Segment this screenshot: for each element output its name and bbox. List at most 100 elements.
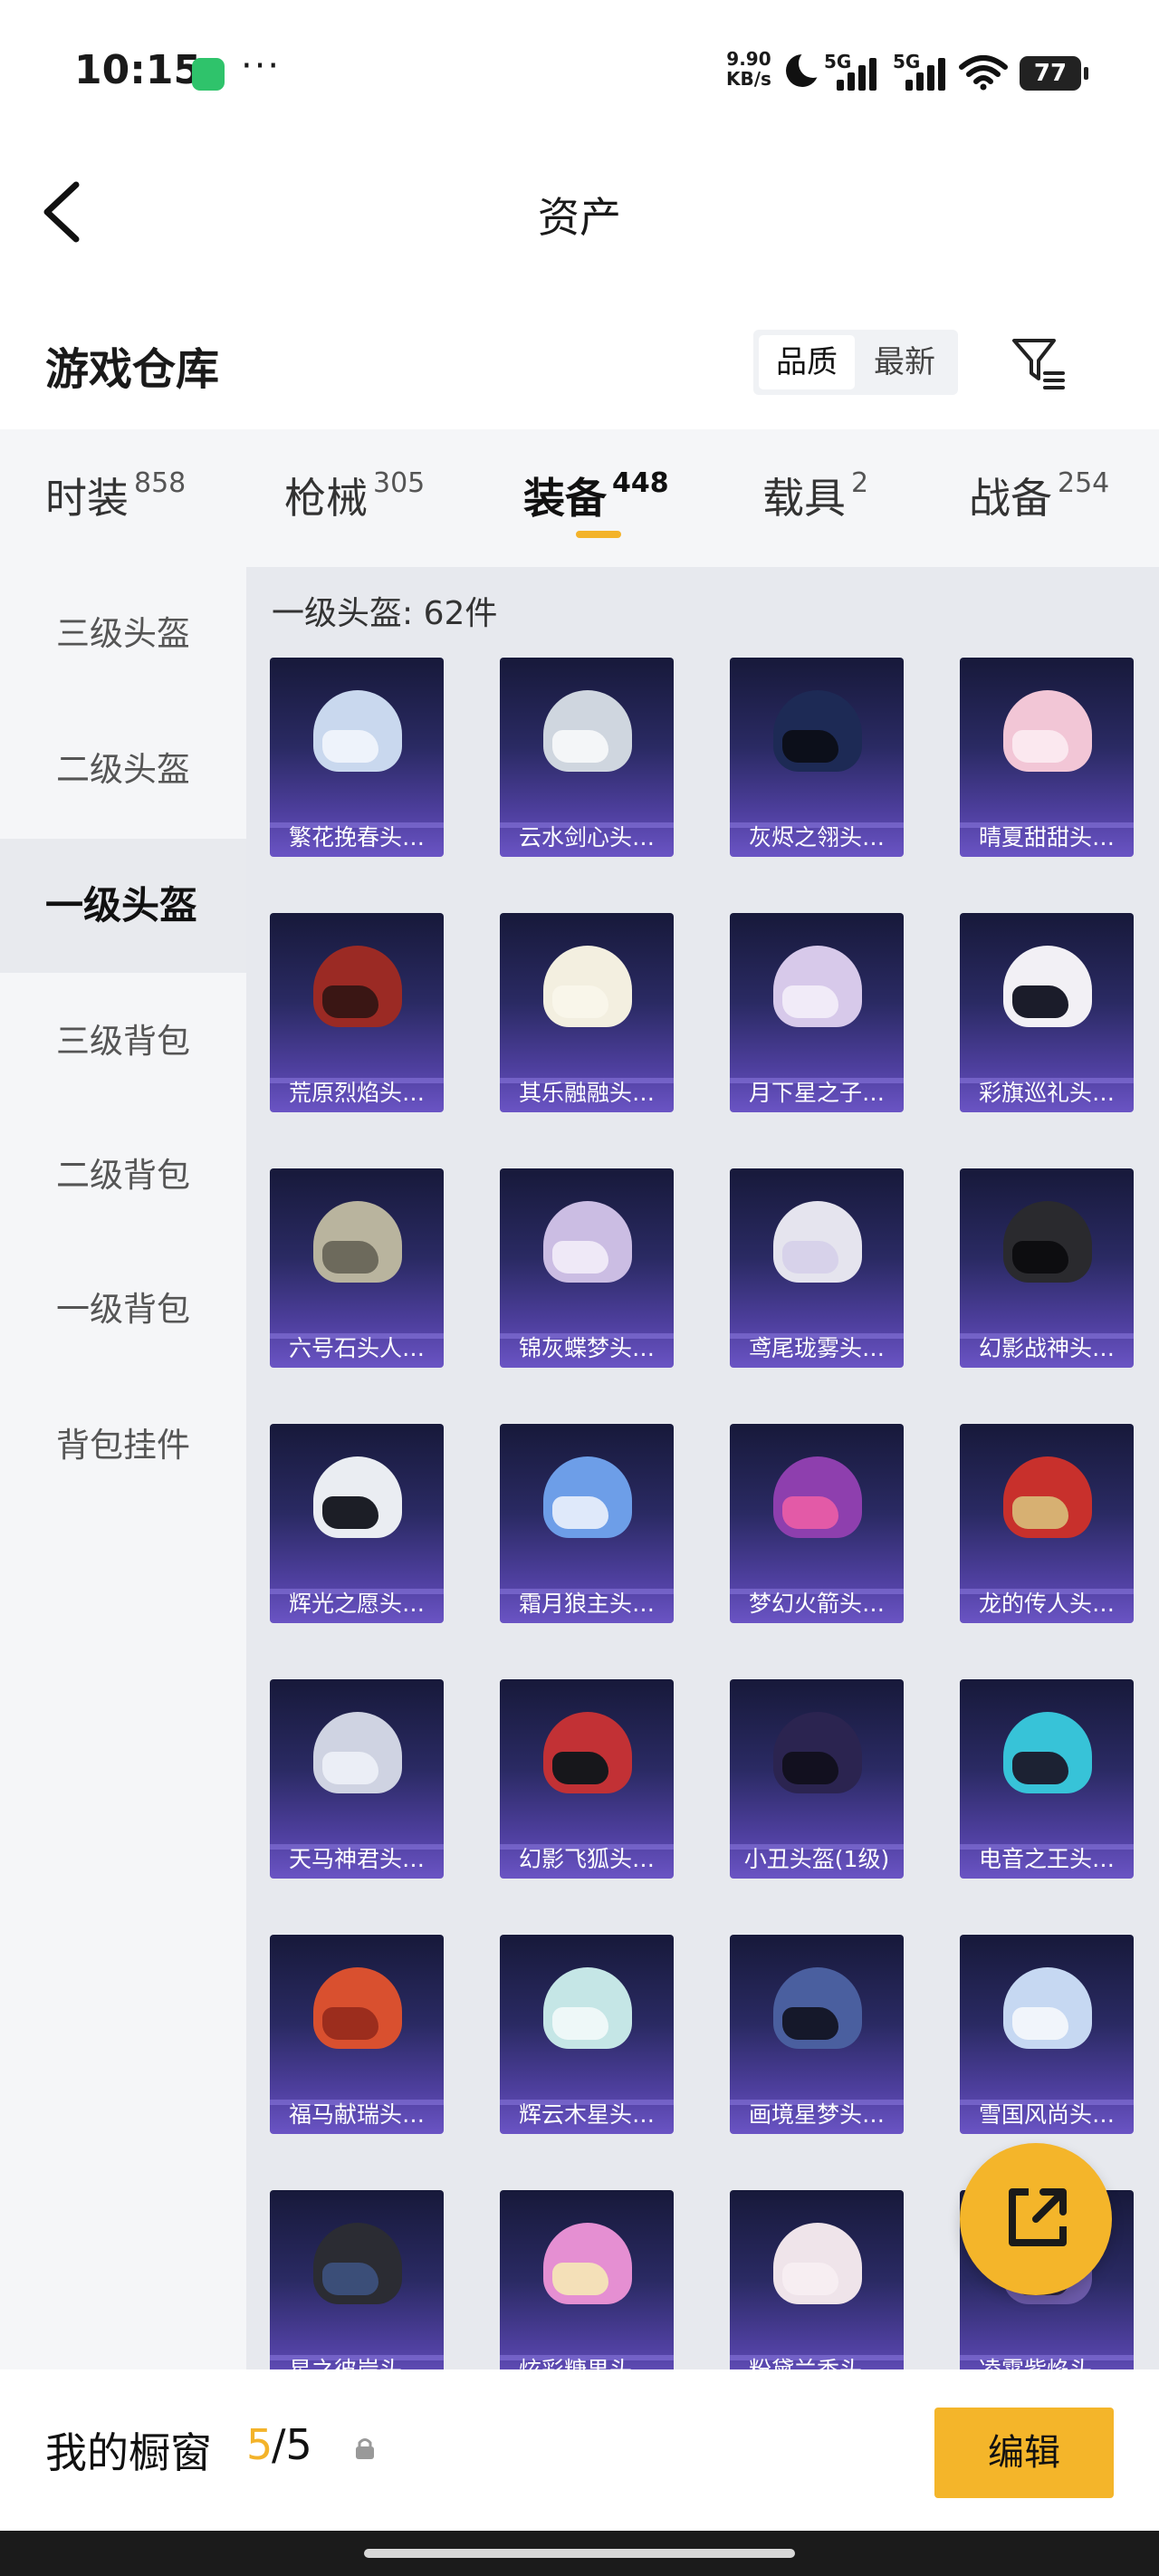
sidebar-item-level1-helmet[interactable]: 一级头盔 xyxy=(0,839,246,973)
helmet-item-card[interactable]: 电音之王头… xyxy=(960,1679,1134,1879)
sidebar-item-level3-backpack[interactable]: 三级背包 xyxy=(0,975,246,1109)
active-tab-indicator xyxy=(576,531,621,538)
helmet-item-card[interactable]: 云水剑心头… xyxy=(500,658,674,857)
helmet-icon xyxy=(313,1456,402,1538)
sidebar-item-level2-helmet[interactable]: 二级头盔 xyxy=(0,703,246,837)
helmet-item-card[interactable]: 鸢尾珑雾头… xyxy=(730,1168,904,1368)
item-name: 辉光之愿头… xyxy=(288,1591,425,1617)
helmet-item-card[interactable]: 幻影飞狐头… xyxy=(500,1679,674,1879)
helmet-icon xyxy=(313,946,402,1027)
item-grid: 一级头盔: 62件 繁花挽春头… 云水剑心头… 灰烬之翎头… 晴夏甜甜头… 荒原烈焰头…… xyxy=(246,567,1159,2369)
more-notifications-icon: ··· xyxy=(241,45,282,87)
showcase-bar: 我的橱窗 5 /5 编辑 xyxy=(0,2369,1159,2531)
helmet-icon xyxy=(313,2223,402,2304)
filter-icon[interactable] xyxy=(1007,332,1070,395)
helmet-item-card[interactable]: 霜月狼主头… xyxy=(500,1424,674,1623)
tab-fashion[interactable]: 时装 858 xyxy=(45,466,186,525)
helmet-item-card[interactable]: 其乐融融头… xyxy=(500,913,674,1112)
item-name: 凌霄紫焰头… xyxy=(960,2357,1134,2369)
sidebar-item-level1-backpack[interactable]: 一级背包 xyxy=(0,1243,246,1377)
helmet-icon xyxy=(543,1712,632,1793)
share-external-icon xyxy=(1009,2188,1067,2246)
status-bar: 10:15 ··· 9.90 KB/s 5G 5G 77 xyxy=(0,0,1159,145)
item-name: 龙的传人头… xyxy=(978,1591,1115,1617)
helmet-icon xyxy=(1003,1967,1092,2049)
item-name: 小丑头盔(1级) xyxy=(743,1846,890,1872)
system-navigation-bar xyxy=(0,2531,1159,2576)
helmet-item-card[interactable]: 梦幻火箭头… xyxy=(730,1424,904,1623)
helmet-item-card[interactable]: 荒原烈焰头… xyxy=(270,913,444,1112)
sort-by-quality-button[interactable]: 品质 xyxy=(759,335,855,389)
do-not-disturb-icon xyxy=(786,49,828,87)
item-name: 星之彼岸头… xyxy=(270,2357,444,2369)
sidebar-item-level2-backpack[interactable]: 二级背包 xyxy=(0,1109,246,1243)
item-count: 一级头盔: 62件 xyxy=(272,595,498,632)
warehouse-title: 游戏仓库 xyxy=(45,344,220,395)
subcategory-sidebar: 三级头盔 二级头盔 一级头盔 三级背包 二级背包 一级背包 背包挂件 xyxy=(0,567,246,2369)
sort-by-newest-button[interactable]: 最新 xyxy=(857,335,953,389)
helmet-item-card[interactable]: 辉光之愿头… xyxy=(270,1424,444,1623)
item-name: 锦灰蝶梦头… xyxy=(518,1335,655,1361)
item-name: 福马献瑞头… xyxy=(288,2101,425,2128)
tab-count: 858 xyxy=(134,467,187,499)
tab-vehicles[interactable]: 载具 2 xyxy=(762,466,868,525)
item-name: 云水剑心头… xyxy=(518,824,655,851)
helmet-item-card[interactable]: 六号石头人… xyxy=(270,1168,444,1368)
helmet-item-card[interactable]: 炫彩糖果头… xyxy=(500,2190,674,2369)
helmet-item-card[interactable]: 雪国风尚头… xyxy=(960,1935,1134,2134)
helmet-item-card[interactable]: 画境星梦头… xyxy=(730,1935,904,2134)
lock-icon xyxy=(356,2438,374,2459)
helmet-item-card[interactable]: 锦灰蝶梦头… xyxy=(500,1168,674,1368)
helmet-icon xyxy=(313,1201,402,1283)
helmet-item-card[interactable]: 龙的传人头… xyxy=(960,1424,1134,1623)
helmet-icon xyxy=(313,1967,402,2049)
tab-equipment[interactable]: 装备 448 xyxy=(523,466,669,525)
helmet-item-card[interactable]: 星之彼岸头… xyxy=(270,2190,444,2369)
status-time: 10:15 xyxy=(74,47,202,93)
helmet-item-card[interactable]: 粉黛兰香头… xyxy=(730,2190,904,2369)
helmet-item-card[interactable]: 福马献瑞头… xyxy=(270,1935,444,2134)
helmet-item-card[interactable]: 天马神君头… xyxy=(270,1679,444,1879)
helmet-icon xyxy=(773,1712,862,1793)
item-name: 霜月狼主头… xyxy=(518,1591,655,1617)
network-speed-value: 9.90 xyxy=(726,48,771,70)
sidebar-item-backpack-charm[interactable]: 背包挂件 xyxy=(0,1379,246,1513)
item-name: 鸢尾珑雾头… xyxy=(748,1335,885,1361)
battery-icon: 77 xyxy=(1020,56,1088,91)
item-name: 画境星梦头… xyxy=(748,2101,885,2128)
signal-strength-icon xyxy=(837,56,878,91)
item-name: 幻影战神头… xyxy=(978,1335,1115,1361)
helmet-item-card[interactable]: 幻影战神头… xyxy=(960,1168,1134,1368)
helmet-item-card[interactable]: 小丑头盔(1级) xyxy=(730,1679,904,1879)
tab-count: 254 xyxy=(1058,467,1110,499)
helmet-icon xyxy=(543,2223,632,2304)
helmet-icon xyxy=(773,1967,862,2049)
wifi-icon xyxy=(959,55,1008,91)
helmet-item-card[interactable]: 月下星之子… xyxy=(730,913,904,1112)
helmet-icon xyxy=(543,690,632,772)
network-speed-unit: KB/s xyxy=(726,68,771,90)
helmet-item-card[interactable]: 彩旗巡礼头… xyxy=(960,913,1134,1112)
tab-weapons[interactable]: 枪械 305 xyxy=(284,466,425,525)
helmet-icon xyxy=(1003,946,1092,1027)
helmet-icon xyxy=(1003,690,1092,772)
item-name: 灰烬之翎头… xyxy=(748,824,885,851)
home-indicator[interactable] xyxy=(364,2549,795,2558)
helmet-item-card[interactable]: 灰烬之翎头… xyxy=(730,658,904,857)
helmet-icon xyxy=(1003,1456,1092,1538)
share-button[interactable] xyxy=(960,2143,1112,2295)
helmet-icon xyxy=(773,2223,862,2304)
helmet-item-card[interactable]: 辉云木星头… xyxy=(500,1935,674,2134)
item-name: 晴夏甜甜头… xyxy=(978,824,1115,851)
helmet-item-card[interactable]: 晴夏甜甜头… xyxy=(960,658,1134,857)
helmet-icon xyxy=(1003,1201,1092,1283)
edit-button[interactable]: 编辑 xyxy=(934,2408,1114,2498)
tab-supplies[interactable]: 战备 254 xyxy=(969,466,1109,525)
item-name: 荒原烈焰头… xyxy=(288,1080,425,1106)
tab-count: 448 xyxy=(612,467,669,499)
helmet-item-card[interactable]: 繁花挽春头… xyxy=(270,658,444,857)
sidebar-item-level3-helmet[interactable]: 三级头盔 xyxy=(0,567,246,701)
helmet-icon xyxy=(773,946,862,1027)
helmet-icon xyxy=(543,1201,632,1283)
item-name: 电音之王头… xyxy=(978,1846,1115,1872)
